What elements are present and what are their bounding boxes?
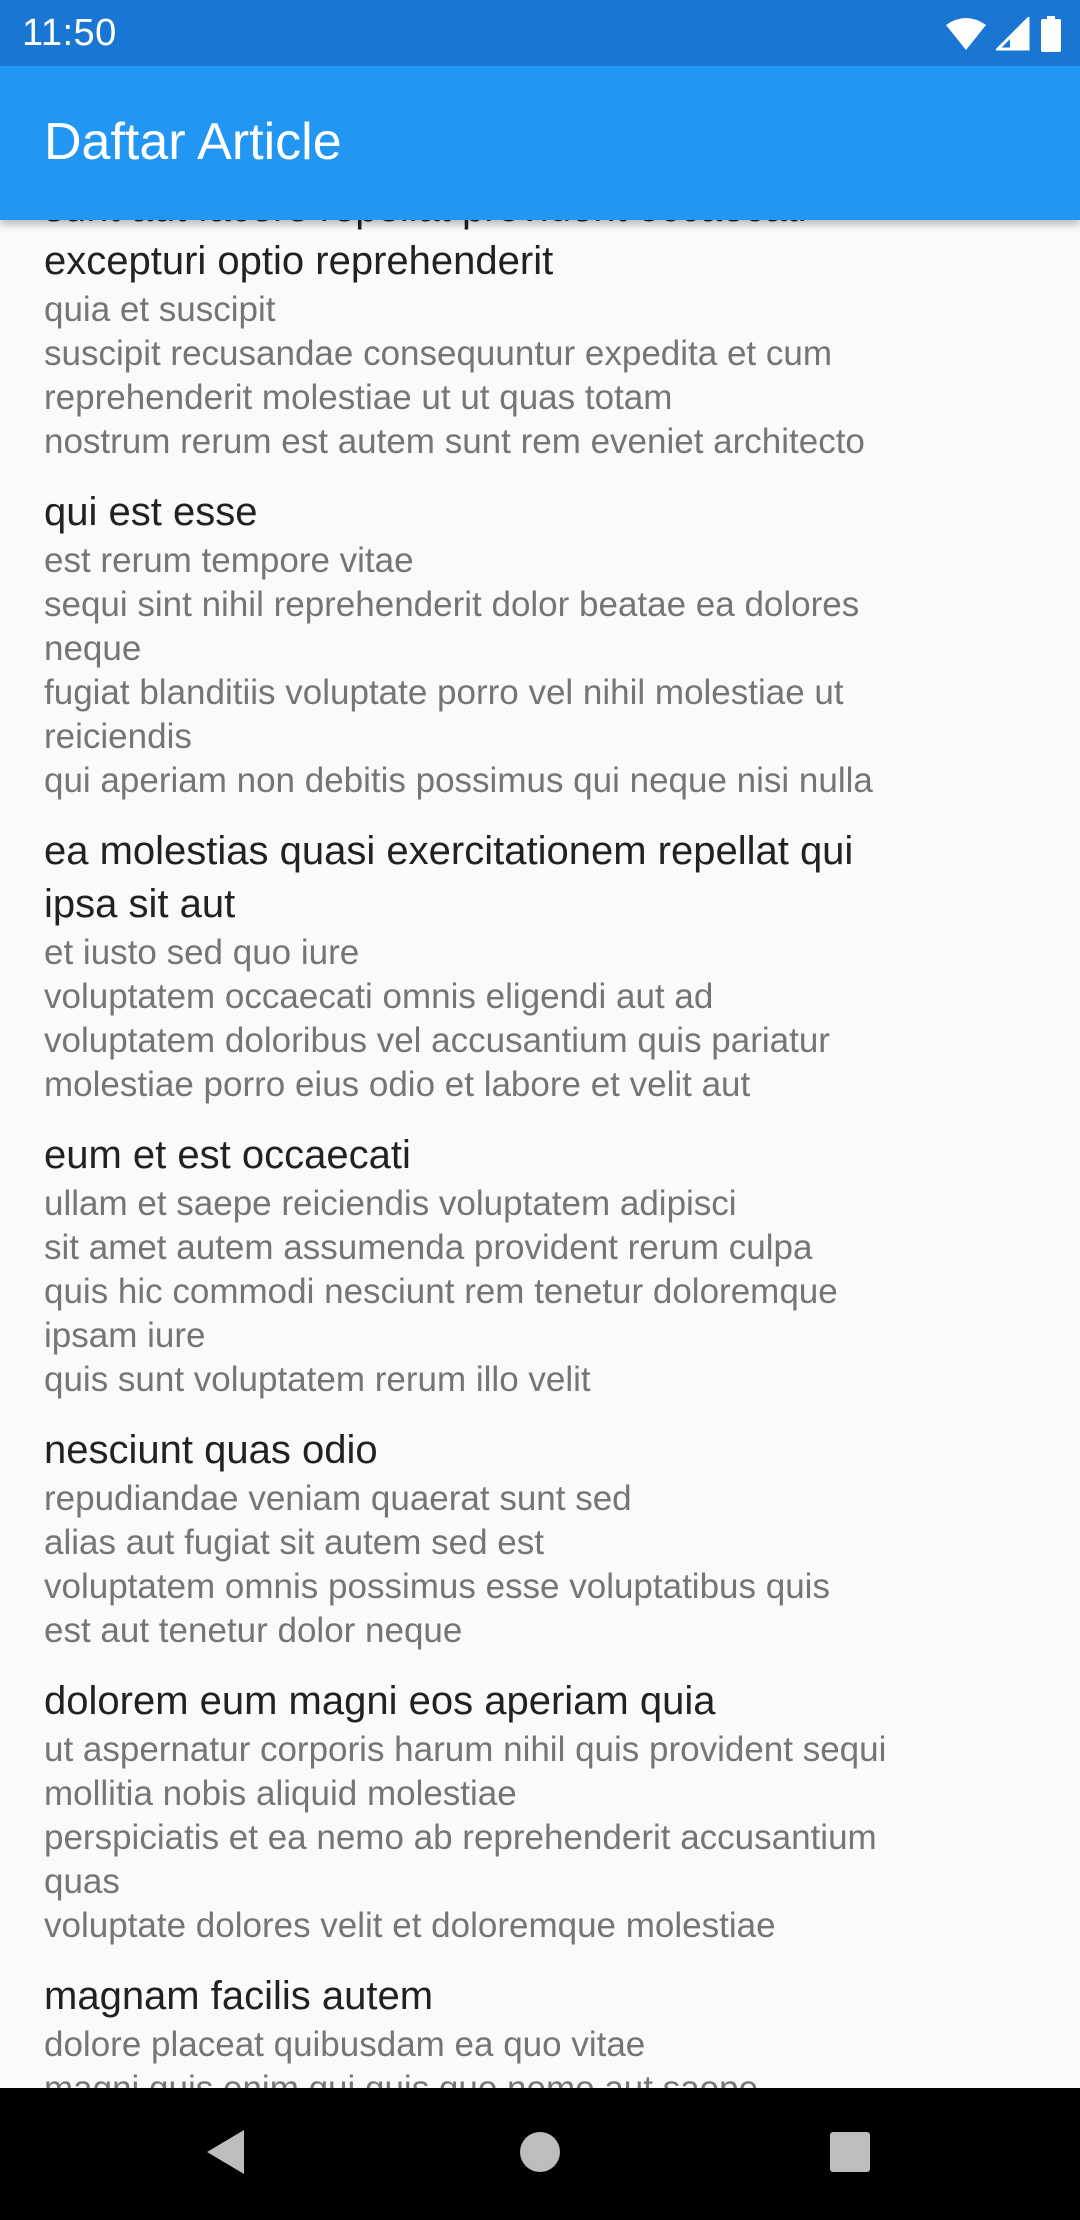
article-title: qui est esse <box>44 490 258 534</box>
article-list: sunt aut facere repellat provident occae… <box>44 220 1044 2088</box>
home-button[interactable] <box>460 2088 620 2220</box>
list-item[interactable]: nesciunt quas odio repudiandae veniam qu… <box>44 1424 1044 1653</box>
article-body: dolore placeat quibusdam ea quo vitae ma… <box>44 2025 758 2088</box>
article-title: ea molestias quasi exercitationem repell… <box>44 829 854 926</box>
article-title: dolorem eum magni eos aperiam quia <box>44 1679 716 1723</box>
navigation-bar <box>0 2088 1080 2220</box>
article-title: magnam facilis autem <box>44 1974 434 2018</box>
home-icon <box>518 2130 562 2179</box>
article-title: nesciunt quas odio <box>44 1428 378 1472</box>
list-item[interactable]: sunt aut facere repellat provident occae… <box>44 220 1044 464</box>
status-icons <box>946 14 1062 54</box>
status-time: 11:50 <box>22 12 117 54</box>
article-body: ut aspernatur corporis harum nihil quis … <box>44 1730 887 1945</box>
list-item[interactable]: eum et est occaecati ullam et saepe reic… <box>44 1129 1044 1402</box>
recents-icon <box>829 2131 871 2178</box>
page-title: Daftar Article <box>44 113 342 171</box>
list-item[interactable]: ea molestias quasi exercitationem repell… <box>44 825 1044 1107</box>
app-bar: Daftar Article <box>0 66 1080 220</box>
article-title: eum et est occaecati <box>44 1133 411 1177</box>
article-title: sunt aut facere repellat provident occae… <box>44 220 807 283</box>
article-body: est rerum tempore vitae sequi sint nihil… <box>44 541 873 800</box>
wifi-icon <box>946 17 986 51</box>
recents-button[interactable] <box>770 2088 930 2220</box>
article-list-viewport[interactable]: sunt aut facere repellat provident occae… <box>0 220 1080 2088</box>
battery-icon <box>1040 16 1062 52</box>
list-item[interactable]: qui est esse est rerum tempore vitae seq… <box>44 486 1044 803</box>
article-body: repudiandae veniam quaerat sunt sed alia… <box>44 1479 830 1650</box>
back-button[interactable] <box>146 2088 306 2220</box>
article-body: et iusto sed quo iure voluptatem occaeca… <box>44 933 830 1104</box>
article-body: quia et suscipit suscipit recusandae con… <box>44 290 865 461</box>
status-bar: 11:50 <box>0 0 1080 66</box>
list-item[interactable]: magnam facilis autem dolore placeat quib… <box>44 1970 1044 2088</box>
signal-icon <box>996 17 1030 51</box>
list-item[interactable]: dolorem eum magni eos aperiam quia ut as… <box>44 1675 1044 1948</box>
article-body: ullam et saepe reiciendis voluptatem adi… <box>44 1184 838 1399</box>
screen: 11:50 Daftar Article excepturi optio rep… <box>0 0 1080 2220</box>
back-icon <box>204 2128 248 2181</box>
